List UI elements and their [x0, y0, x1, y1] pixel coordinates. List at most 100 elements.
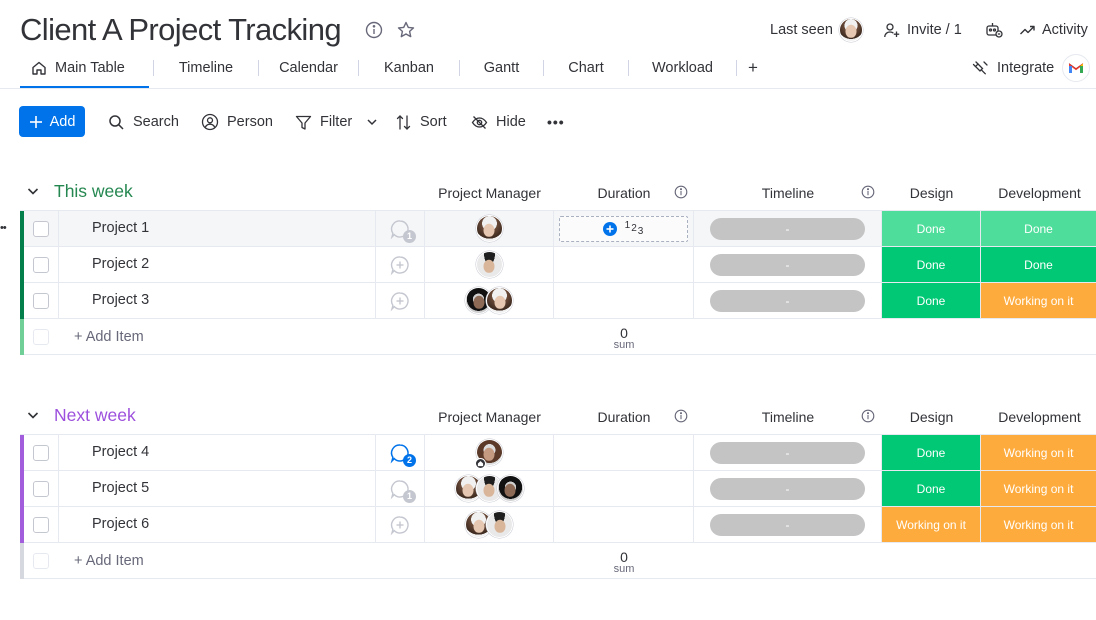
column-header-timeline[interactable]: Timeline [694, 185, 882, 201]
search-button[interactable]: Search [108, 110, 179, 134]
duration-cell[interactable] [554, 471, 694, 506]
timeline-cell[interactable]: - [694, 283, 882, 318]
add-update-icon[interactable] [389, 290, 411, 312]
add-update-icon[interactable] [389, 514, 411, 536]
row-checkbox[interactable] [33, 220, 49, 237]
column-header-project-manager[interactable]: Project Manager [425, 185, 554, 201]
updates-cell[interactable]: 1 [376, 211, 425, 246]
group-title[interactable]: Next week [54, 405, 136, 426]
updates-cell[interactable] [376, 247, 425, 282]
person-cell[interactable] [425, 507, 554, 542]
design-status-cell[interactable]: Working on it [882, 507, 981, 542]
table-row[interactable]: Project 2 - Done Done [20, 247, 1096, 283]
table-row[interactable]: Project 3 - Done Working on it [20, 283, 1096, 319]
development-status-cell[interactable]: Done [981, 247, 1096, 282]
column-header-duration[interactable]: Duration [554, 409, 694, 425]
person-cell[interactable] [425, 247, 554, 282]
item-name[interactable]: Project 3 [92, 283, 149, 318]
timeline-cell[interactable]: - [694, 211, 882, 246]
timeline-pill[interactable]: - [710, 477, 865, 500]
item-name[interactable]: Project 5 [92, 471, 149, 506]
updates-button[interactable]: 2 [389, 442, 416, 467]
info-icon[interactable] [674, 185, 688, 199]
activity-button[interactable]: Activity [1019, 18, 1088, 42]
tab-workload[interactable]: Workload [629, 56, 736, 80]
row-checkbox[interactable] [33, 516, 49, 533]
info-icon[interactable] [861, 409, 875, 423]
info-icon[interactable] [861, 185, 875, 199]
development-status-cell[interactable]: Working on it [981, 507, 1096, 542]
table-row[interactable]: Project 1 1 123 - Done Done [20, 211, 1096, 247]
add-item-button[interactable]: + Add Item [74, 553, 144, 569]
group-title[interactable]: This week [54, 181, 133, 202]
row-checkbox[interactable] [33, 292, 49, 309]
tab-calendar[interactable]: Calendar [259, 56, 358, 80]
tab-timeline[interactable]: Timeline [154, 56, 258, 80]
person-cell[interactable] [425, 283, 554, 318]
development-status-cell[interactable]: Done [981, 211, 1096, 246]
last-seen[interactable]: Last seen [770, 18, 863, 42]
duration-cell[interactable] [554, 435, 694, 470]
integrate-button[interactable]: Integrate [972, 54, 1091, 82]
info-icon[interactable] [674, 409, 688, 423]
item-name[interactable]: Project 1 [92, 211, 149, 246]
table-row[interactable]: Project 6 - Working on it Working on it [20, 507, 1096, 543]
add-button[interactable]: Add [19, 106, 85, 137]
chevron-down-icon[interactable] [366, 116, 378, 128]
chevron-down-icon[interactable] [26, 184, 40, 198]
add-view-button[interactable]: + [737, 56, 769, 80]
column-header-design[interactable]: Design [882, 409, 981, 425]
development-status-cell[interactable]: Working on it [981, 435, 1096, 470]
timeline-cell[interactable]: - [694, 435, 882, 470]
timeline-cell[interactable]: - [694, 507, 882, 542]
robot-icon[interactable] [984, 20, 1004, 40]
timeline-pill[interactable]: - [710, 513, 865, 536]
duration-cell[interactable] [554, 283, 694, 318]
tab-chart[interactable]: Chart [544, 56, 628, 80]
development-status-cell[interactable]: Working on it [981, 283, 1096, 318]
timeline-pill[interactable]: - [710, 441, 865, 464]
timeline-pill[interactable]: - [710, 289, 865, 312]
development-status-cell[interactable]: Working on it [981, 471, 1096, 506]
tab-main-table[interactable]: Main Table [20, 56, 153, 80]
timeline-pill[interactable]: - [710, 253, 865, 276]
duration-cell[interactable]: 123 [554, 211, 694, 246]
duration-cell[interactable] [554, 247, 694, 282]
add-update-icon[interactable] [389, 254, 411, 276]
add-item-button[interactable]: + Add Item [74, 329, 144, 345]
filter-button[interactable]: Filter [295, 110, 378, 134]
tab-kanban[interactable]: Kanban [359, 56, 459, 80]
updates-cell[interactable]: 2 [376, 435, 425, 470]
column-header-design[interactable]: Design [882, 185, 981, 201]
design-status-cell[interactable]: Done [882, 435, 981, 470]
board-title[interactable]: Client A Project Tracking [20, 12, 342, 48]
duration-cell[interactable] [554, 507, 694, 542]
more-options-button[interactable]: ••• [547, 110, 565, 134]
timeline-cell[interactable]: - [694, 247, 882, 282]
invite-button[interactable]: Invite / 1 [883, 18, 962, 42]
design-status-cell[interactable]: Done [882, 247, 981, 282]
row-checkbox[interactable] [33, 256, 49, 273]
table-row[interactable]: Project 5 1 - Done Working on it [20, 471, 1096, 507]
hide-button[interactable]: Hide [471, 110, 526, 134]
column-header-development[interactable]: Development [981, 409, 1096, 425]
timeline-cell[interactable]: - [694, 471, 882, 506]
column-header-duration[interactable]: Duration [554, 185, 694, 201]
design-status-cell[interactable]: Done [882, 283, 981, 318]
column-header-project-manager[interactable]: Project Manager [425, 409, 554, 425]
tab-gantt[interactable]: Gantt [460, 56, 543, 80]
column-header-development[interactable]: Development [981, 185, 1096, 201]
row-checkbox[interactable] [33, 444, 49, 461]
person-cell[interactable] [425, 211, 554, 246]
item-name[interactable]: Project 4 [92, 435, 149, 470]
info-icon[interactable] [364, 20, 384, 40]
star-icon[interactable] [396, 20, 416, 40]
column-header-timeline[interactable]: Timeline [694, 409, 882, 425]
updates-cell[interactable] [376, 507, 425, 542]
sort-button[interactable]: Sort [396, 110, 447, 134]
design-status-cell[interactable]: Done [882, 211, 981, 246]
chevron-down-icon[interactable] [26, 408, 40, 422]
updates-cell[interactable] [376, 283, 425, 318]
design-status-cell[interactable]: Done [882, 471, 981, 506]
row-checkbox[interactable] [33, 480, 49, 497]
